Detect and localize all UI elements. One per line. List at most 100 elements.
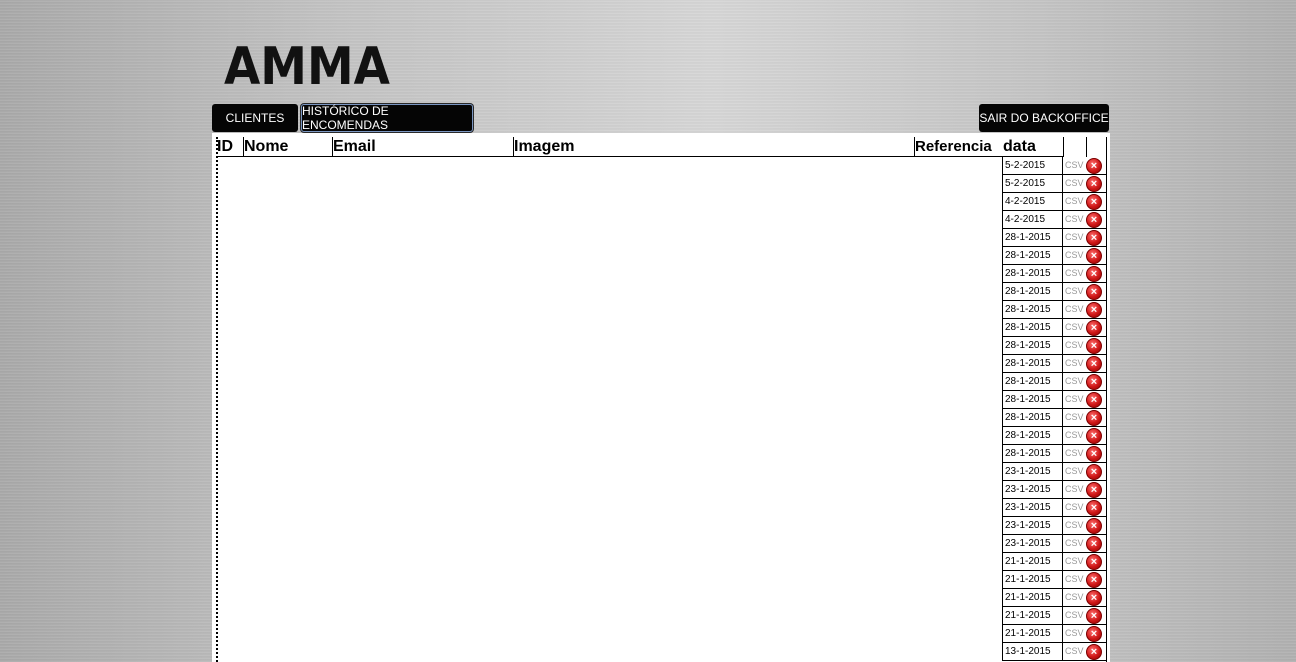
row-date: 4-2-2015: [1002, 193, 1063, 210]
delete-icon[interactable]: ×: [1086, 301, 1102, 318]
header-nome: Nome: [243, 137, 332, 157]
csv-export-link[interactable]: CSV: [1063, 283, 1085, 300]
delete-icon[interactable]: ×: [1086, 445, 1102, 462]
csv-export-link[interactable]: CSV: [1063, 535, 1085, 552]
delete-icon[interactable]: ×: [1086, 265, 1102, 282]
row-date: 28-1-2015: [1002, 265, 1063, 282]
row-date: 28-1-2015: [1002, 409, 1063, 426]
csv-export-link[interactable]: CSV: [1063, 481, 1085, 498]
row-date: 23-1-2015: [1002, 481, 1063, 498]
row-date: 28-1-2015: [1002, 445, 1063, 462]
delete-icon[interactable]: ×: [1086, 373, 1102, 390]
csv-export-link[interactable]: CSV: [1063, 355, 1085, 372]
delete-icon[interactable]: ×: [1086, 157, 1102, 174]
csv-export-link[interactable]: CSV: [1063, 409, 1085, 426]
delete-icon[interactable]: ×: [1086, 193, 1102, 210]
table-row: 4-2-2015 CSV ×: [1002, 193, 1106, 211]
table-row: 21-1-2015 CSV ×: [1002, 625, 1106, 643]
row-date: 23-1-2015: [1002, 517, 1063, 534]
csv-export-link[interactable]: CSV: [1063, 157, 1085, 174]
csv-export-link[interactable]: CSV: [1063, 571, 1085, 588]
sair-backoffice-button[interactable]: SAIR DO BACKOFFICE: [979, 104, 1109, 132]
delete-icon[interactable]: ×: [1086, 337, 1102, 354]
csv-export-link[interactable]: CSV: [1063, 175, 1085, 192]
delete-icon[interactable]: ×: [1086, 319, 1102, 336]
row-date: 28-1-2015: [1002, 319, 1063, 336]
delete-icon[interactable]: ×: [1086, 175, 1102, 192]
delete-icon[interactable]: ×: [1086, 607, 1102, 624]
csv-export-link[interactable]: CSV: [1063, 265, 1085, 282]
row-date: 21-1-2015: [1002, 589, 1063, 606]
csv-export-link[interactable]: CSV: [1063, 211, 1085, 228]
csv-export-link[interactable]: CSV: [1063, 337, 1085, 354]
csv-export-link[interactable]: CSV: [1063, 193, 1085, 210]
delete-icon[interactable]: ×: [1086, 355, 1102, 372]
row-date: 28-1-2015: [1002, 247, 1063, 264]
csv-export-link[interactable]: CSV: [1063, 643, 1085, 660]
csv-export-link[interactable]: CSV: [1063, 463, 1085, 480]
table-row: 23-1-2015 CSV ×: [1002, 517, 1106, 535]
csv-export-link[interactable]: CSV: [1063, 625, 1085, 642]
delete-icon[interactable]: ×: [1086, 589, 1102, 606]
delete-icon[interactable]: ×: [1086, 535, 1102, 552]
delete-icon[interactable]: ×: [1086, 211, 1102, 228]
table-row: 4-2-2015 CSV ×: [1002, 211, 1106, 229]
row-date: 23-1-2015: [1002, 535, 1063, 552]
delete-icon[interactable]: ×: [1086, 643, 1102, 660]
delete-icon[interactable]: ×: [1086, 283, 1102, 300]
table-row: 23-1-2015 CSV ×: [1002, 463, 1106, 481]
delete-icon[interactable]: ×: [1086, 499, 1102, 516]
table-row: 21-1-2015 CSV ×: [1002, 589, 1106, 607]
csv-export-link[interactable]: CSV: [1063, 427, 1085, 444]
delete-icon[interactable]: ×: [1086, 391, 1102, 408]
svg-text:AMMA: AMMA: [224, 37, 390, 90]
delete-icon[interactable]: ×: [1086, 463, 1102, 480]
table-row: 5-2-2015 CSV ×: [1002, 175, 1106, 193]
row-date: 28-1-2015: [1002, 283, 1063, 300]
table-row: 28-1-2015 CSV ×: [1002, 265, 1106, 283]
csv-export-link[interactable]: CSV: [1063, 301, 1085, 318]
delete-icon[interactable]: ×: [1086, 553, 1102, 570]
csv-export-link[interactable]: CSV: [1063, 391, 1085, 408]
table-row: 28-1-2015 CSV ×: [1002, 247, 1106, 265]
delete-icon[interactable]: ×: [1086, 247, 1102, 264]
orders-table: ID Nome Email Imagem Referencia data 5-2…: [212, 133, 1110, 662]
table-row: 28-1-2015 CSV ×: [1002, 427, 1106, 445]
csv-export-link[interactable]: CSV: [1063, 319, 1085, 336]
row-date: 28-1-2015: [1002, 391, 1063, 408]
csv-export-link[interactable]: CSV: [1063, 445, 1085, 462]
delete-icon[interactable]: ×: [1086, 409, 1102, 426]
table-row: 28-1-2015 CSV ×: [1002, 337, 1106, 355]
table-left-border: [216, 137, 218, 662]
delete-icon[interactable]: ×: [1086, 229, 1102, 246]
row-date: 21-1-2015: [1002, 607, 1063, 624]
historico-encomendas-button[interactable]: HISTÓRICO DE ENCOMENDAS: [301, 104, 473, 132]
row-date: 13-1-2015: [1002, 643, 1063, 660]
row-date: 28-1-2015: [1002, 337, 1063, 354]
row-date: 28-1-2015: [1002, 355, 1063, 372]
delete-icon[interactable]: ×: [1086, 571, 1102, 588]
delete-icon[interactable]: ×: [1086, 481, 1102, 498]
table-row: 28-1-2015 CSV ×: [1002, 355, 1106, 373]
csv-export-link[interactable]: CSV: [1063, 517, 1085, 534]
csv-export-link[interactable]: CSV: [1063, 589, 1085, 606]
table-row: 28-1-2015 CSV ×: [1002, 283, 1106, 301]
csv-export-link[interactable]: CSV: [1063, 229, 1085, 246]
clientes-button[interactable]: CLIENTES: [212, 104, 298, 132]
csv-export-link[interactable]: CSV: [1063, 373, 1085, 390]
order-rows: 5-2-2015 CSV × 5-2-2015 CSV × 4-2-2015 CSV × 4-2-…: [1002, 157, 1106, 661]
csv-export-link[interactable]: CSV: [1063, 553, 1085, 570]
column-divider: [332, 137, 333, 157]
column-divider: [1086, 137, 1087, 157]
csv-export-link[interactable]: CSV: [1063, 499, 1085, 516]
delete-icon[interactable]: ×: [1086, 517, 1102, 534]
table-row: 5-2-2015 CSV ×: [1002, 157, 1106, 175]
table-row: 21-1-2015 CSV ×: [1002, 607, 1106, 625]
header-data: data: [1002, 137, 1063, 157]
delete-icon[interactable]: ×: [1086, 625, 1102, 642]
table-row: 28-1-2015 CSV ×: [1002, 301, 1106, 319]
delete-icon[interactable]: ×: [1086, 427, 1102, 444]
column-divider: [243, 137, 244, 157]
csv-export-link[interactable]: CSV: [1063, 247, 1085, 264]
csv-export-link[interactable]: CSV: [1063, 607, 1085, 624]
